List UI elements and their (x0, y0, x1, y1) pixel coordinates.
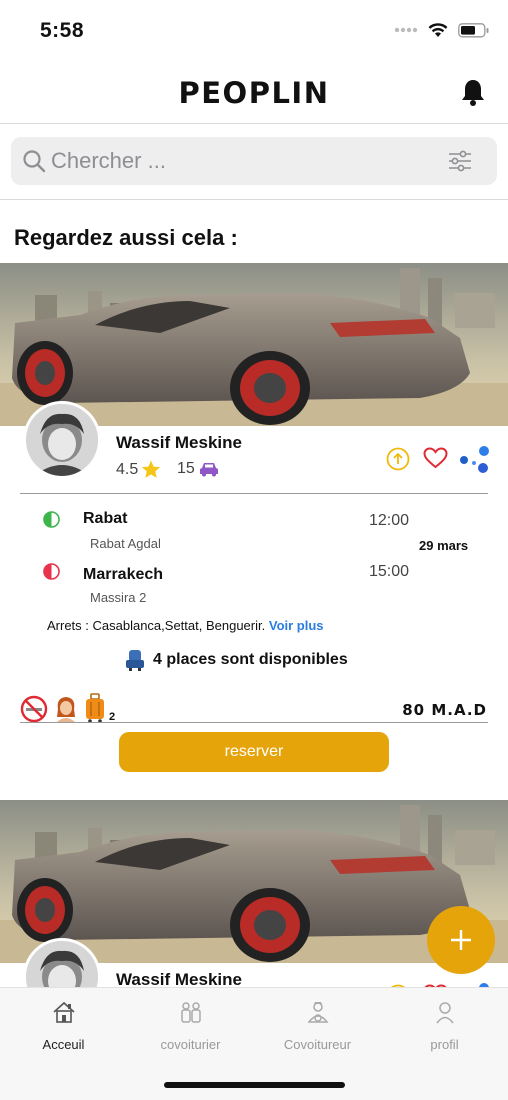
arrival-time: 15:00 (369, 563, 410, 580)
tab-label: Covoitureur (283, 1037, 352, 1052)
app-header: PEOPLIN (0, 62, 508, 124)
battery-icon (458, 22, 489, 37)
rating-value: 4.5 (116, 460, 139, 478)
luggage-icon (86, 693, 104, 723)
tab-bar: Acceuil covoiturier Covoitureur profil (0, 987, 508, 1100)
star-icon (142, 460, 161, 478)
arrival-city: Marrakech (83, 566, 164, 583)
woman-icon (56, 697, 76, 723)
stops-label: Arrets : Casablanca,Settat, Benguerir. (47, 618, 266, 633)
search-icon (23, 150, 46, 173)
avatar[interactable] (23, 401, 101, 479)
car-icon (199, 463, 218, 477)
bell-icon[interactable] (460, 78, 486, 106)
tab-label: covoiturier (160, 1037, 221, 1052)
search-input[interactable] (51, 143, 421, 179)
signal-icon (394, 27, 418, 33)
driver-rating: 4.5 (116, 460, 161, 479)
tab-label: Acceuil (42, 1037, 85, 1052)
home-indicator (164, 1082, 345, 1088)
section-title: Regardez aussi cela : (14, 225, 238, 250)
plus-icon (451, 930, 471, 950)
see-more-link[interactable]: Voir plus (269, 618, 324, 633)
app-title: PEOPLIN (178, 76, 330, 110)
status-time: 5:58 (40, 19, 85, 42)
car-photo (0, 263, 508, 426)
stops-text: Arrets : Casablanca,Settat, Benguerir. V… (47, 618, 324, 633)
add-ride-button[interactable] (427, 906, 495, 974)
divider (20, 722, 488, 723)
status-icons (394, 22, 490, 38)
filter-icon[interactable] (448, 150, 472, 172)
tab-profil[interactable]: profil (381, 1000, 508, 1052)
search-box[interactable] (11, 137, 497, 185)
search-bar (0, 124, 508, 200)
seats-available: 4 places sont disponibles (125, 649, 348, 671)
house-icon (52, 1001, 75, 1023)
seats-text: 4 places sont disponibles (153, 651, 348, 668)
driver-name: Wassif Meskine (116, 970, 242, 987)
driver-name: Wassif Meskine (116, 433, 242, 452)
upload-circle-icon[interactable] (386, 447, 410, 471)
departure-dot-icon (43, 511, 60, 528)
driver-trips: 15 (177, 460, 219, 478)
ride-card[interactable]: Wassif Meskine 4.5 15 Rabat Rabat Agdal … (0, 263, 508, 783)
divider (20, 493, 488, 494)
departure-city: Rabat (83, 510, 128, 527)
arrival-place: Massira 2 (90, 590, 147, 605)
tab-covoitureur[interactable]: Covoitureur (254, 1000, 381, 1052)
ride-date: 29 mars (419, 538, 469, 553)
no-smoking-icon (20, 695, 48, 723)
status-bar: 5:58 (0, 0, 508, 62)
share-icon[interactable] (458, 445, 490, 475)
seat-icon (126, 650, 144, 671)
wifi-icon (428, 23, 448, 37)
arrival-dot-icon (43, 563, 60, 580)
passengers-icon (180, 1002, 201, 1023)
tab-covoiturier[interactable]: covoiturier (127, 1000, 254, 1052)
ride-preferences: 2 (20, 693, 115, 723)
ride-price: 80 M.A.D (402, 701, 487, 719)
departure-time: 12:00 (369, 512, 410, 529)
trips-count: 15 (177, 460, 195, 477)
departure-place: Rabat Agdal (90, 536, 161, 551)
profile-icon (435, 1002, 454, 1024)
driver-icon (306, 1002, 329, 1023)
reserve-button[interactable]: reserver (119, 732, 389, 772)
tab-label: profil (430, 1037, 459, 1052)
tab-acceuil[interactable]: Acceuil (0, 1000, 127, 1052)
heart-icon[interactable] (423, 447, 448, 469)
